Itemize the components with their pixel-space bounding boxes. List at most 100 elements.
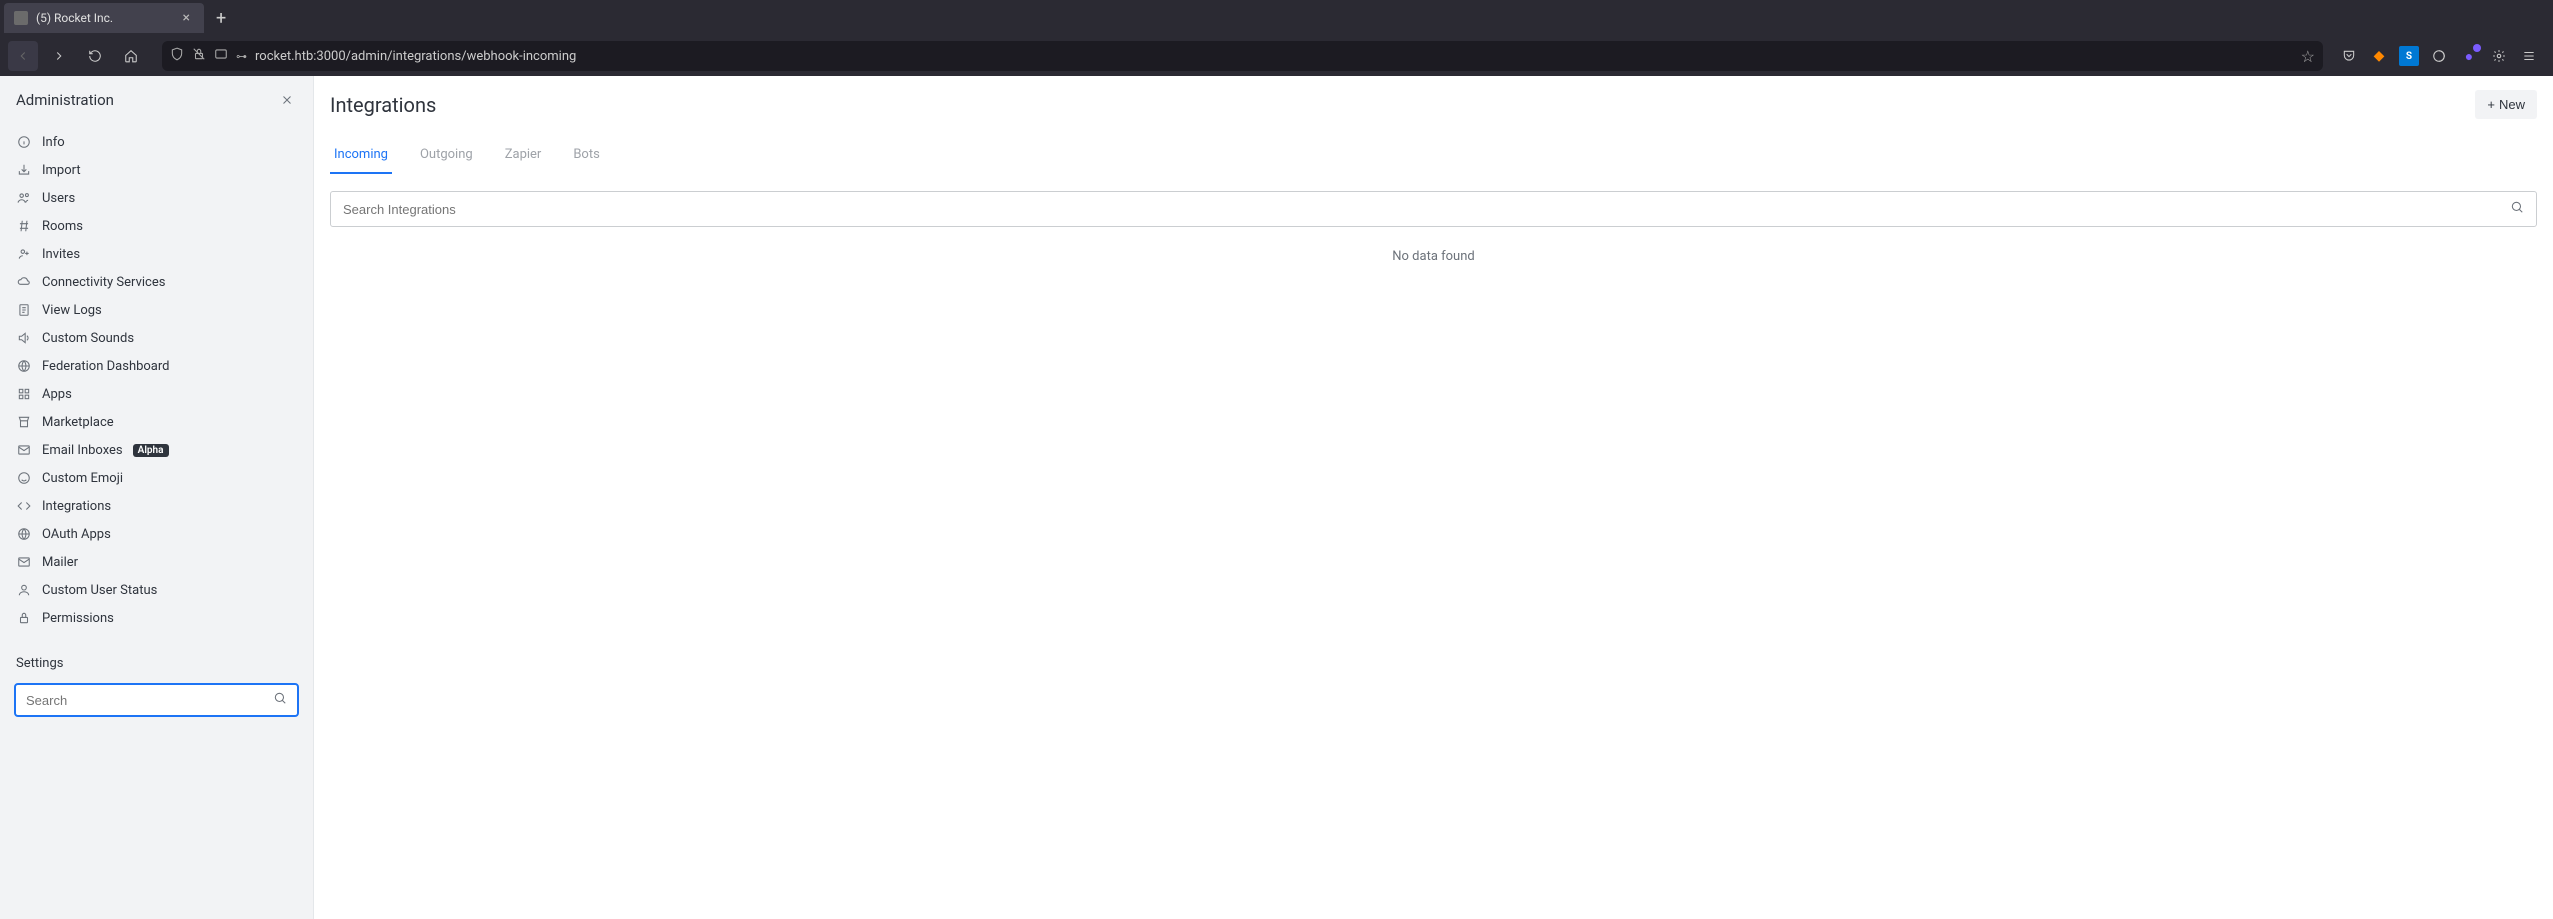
browser-tab[interactable]: (5) Rocket Inc. × — [4, 3, 204, 33]
ext-circle-icon[interactable] — [2429, 46, 2449, 66]
forward-button[interactable] — [44, 41, 74, 71]
sidebar-item-custom-sounds[interactable]: Custom Sounds — [0, 324, 313, 352]
ext-settings-icon[interactable] — [2489, 46, 2509, 66]
sidebar-item-rooms[interactable]: Rooms — [0, 212, 313, 240]
lock-crossed-icon[interactable] — [192, 47, 206, 65]
sidebar-item-label: Permissions — [42, 611, 114, 626]
tab-favicon-icon — [14, 11, 28, 25]
sidebar-item-label: Custom Emoji — [42, 471, 123, 486]
sidebar-item-label: View Logs — [42, 303, 102, 318]
sidebar-item-integrations[interactable]: Integrations — [0, 492, 313, 520]
sidebar-item-label: Marketplace — [42, 415, 114, 430]
sidebar-item-label: Mailer — [42, 555, 78, 570]
sound-icon — [16, 330, 32, 346]
search-icon — [2510, 200, 2524, 218]
apps-icon — [16, 386, 32, 402]
sidebar-item-connectivity-services[interactable]: Connectivity Services — [0, 268, 313, 296]
code-icon — [16, 498, 32, 514]
sidebar-item-label: Apps — [42, 387, 72, 402]
tab-outgoing[interactable]: Outgoing — [416, 137, 477, 174]
sidebar-item-custom-emoji[interactable]: Custom Emoji — [0, 464, 313, 492]
sidebar-item-federation-dashboard[interactable]: Federation Dashboard — [0, 352, 313, 380]
emoji-icon — [16, 470, 32, 486]
page-title: Integrations — [330, 93, 436, 117]
sidebar-item-mailer[interactable]: Mailer — [0, 548, 313, 576]
sidebar-list: Info Import Users Rooms Invites Connectivity … — [0, 124, 313, 636]
home-button[interactable] — [116, 41, 146, 71]
settings-search[interactable] — [14, 683, 299, 717]
reload-button[interactable] — [80, 41, 110, 71]
sidebar-item-oauth-apps[interactable]: OAuth Apps — [0, 520, 313, 548]
sidebar-item-permissions[interactable]: Permissions — [0, 604, 313, 632]
sidebar-title: Administration — [16, 91, 114, 109]
url-bar[interactable]: ⊶ rocket.htb:3000/admin/integrations/web… — [162, 41, 2323, 71]
back-button[interactable] — [8, 41, 38, 71]
sidebar-item-email-inboxes[interactable]: Email Inboxes Alpha — [0, 436, 313, 464]
sidebar-item-marketplace[interactable]: Marketplace — [0, 408, 313, 436]
mail-icon — [16, 442, 32, 458]
sidebar-header: Administration — [0, 76, 313, 124]
sidebar-item-custom-user-status[interactable]: Custom User Status — [0, 576, 313, 604]
sidebar-item-invites[interactable]: Invites — [0, 240, 313, 268]
invite-icon — [16, 246, 32, 262]
sidebar-item-label: Custom Sounds — [42, 331, 134, 346]
sidebar-item-info[interactable]: Info — [0, 128, 313, 156]
ext-purple-icon[interactable]: ● — [2459, 46, 2479, 66]
settings-search-input[interactable] — [26, 693, 273, 708]
tabs: Incoming Outgoing Zapier Bots — [314, 137, 2553, 175]
sidebar-item-label: Custom User Status — [42, 583, 157, 598]
search-icon — [273, 691, 287, 709]
url-text: rocket.htb:3000/admin/integrations/webho… — [255, 49, 2293, 64]
sidebar-item-apps[interactable]: Apps — [0, 380, 313, 408]
sidebar-item-label: OAuth Apps — [42, 527, 111, 542]
ext-blue-icon[interactable]: S — [2399, 46, 2419, 66]
tab-bots[interactable]: Bots — [569, 137, 603, 174]
permissions-icon[interactable] — [214, 47, 228, 65]
sidebar-item-label: Federation Dashboard — [42, 359, 170, 374]
globe-icon — [16, 526, 32, 542]
tab-close-icon[interactable]: × — [179, 10, 194, 26]
hamburger-menu-icon[interactable] — [2519, 46, 2539, 66]
sidebar-item-label: Email Inboxes — [42, 443, 123, 458]
users-icon — [16, 190, 32, 206]
shield-icon[interactable] — [170, 47, 184, 65]
new-tab-button[interactable]: + — [204, 8, 238, 29]
sidebar-item-label: Invites — [42, 247, 80, 262]
main-header: Integrations + New — [314, 90, 2553, 131]
integrations-search-input[interactable] — [343, 202, 2510, 217]
globe-icon — [16, 358, 32, 374]
sidebar-item-import[interactable]: Import — [0, 156, 313, 184]
mail-icon — [16, 554, 32, 570]
connection-icon: ⊶ — [236, 50, 247, 63]
market-icon — [16, 414, 32, 430]
plus-icon: + — [2487, 97, 2495, 112]
sidebar-item-label: Users — [42, 191, 75, 206]
tab-zapier[interactable]: Zapier — [501, 137, 546, 174]
sidebar-item-label: Integrations — [42, 499, 111, 514]
no-data-message: No data found — [314, 227, 2553, 286]
integrations-search[interactable] — [330, 191, 2537, 227]
tab-strip: (5) Rocket Inc. × + — [0, 0, 2553, 36]
import-icon — [16, 162, 32, 178]
user-icon — [16, 582, 32, 598]
alpha-badge: Alpha — [133, 444, 169, 457]
sidebar-item-view-logs[interactable]: View Logs — [0, 296, 313, 324]
settings-header: Settings — [0, 636, 313, 679]
ext-orange-icon[interactable]: ◆ — [2369, 46, 2389, 66]
sidebar-item-label: Import — [42, 163, 81, 178]
new-button-label: New — [2499, 97, 2525, 112]
info-icon — [16, 134, 32, 150]
browser-chrome: (5) Rocket Inc. × + ⊶ rocket.htb:3000/ad… — [0, 0, 2553, 76]
admin-sidebar: Administration Info Import Users Rooms Invit… — [0, 76, 314, 919]
sidebar-item-label: Connectivity Services — [42, 275, 165, 290]
browser-toolbar: ⊶ rocket.htb:3000/admin/integrations/web… — [0, 36, 2553, 76]
sidebar-item-users[interactable]: Users — [0, 184, 313, 212]
tab-title: (5) Rocket Inc. — [36, 11, 171, 25]
close-sidebar-button[interactable] — [277, 90, 297, 110]
bookmark-star-icon[interactable]: ☆ — [2301, 47, 2315, 66]
new-button[interactable]: + New — [2475, 90, 2537, 119]
pocket-icon[interactable] — [2339, 46, 2359, 66]
sidebar-item-label: Rooms — [42, 219, 83, 234]
tab-incoming[interactable]: Incoming — [330, 137, 392, 174]
lock-icon — [16, 610, 32, 626]
